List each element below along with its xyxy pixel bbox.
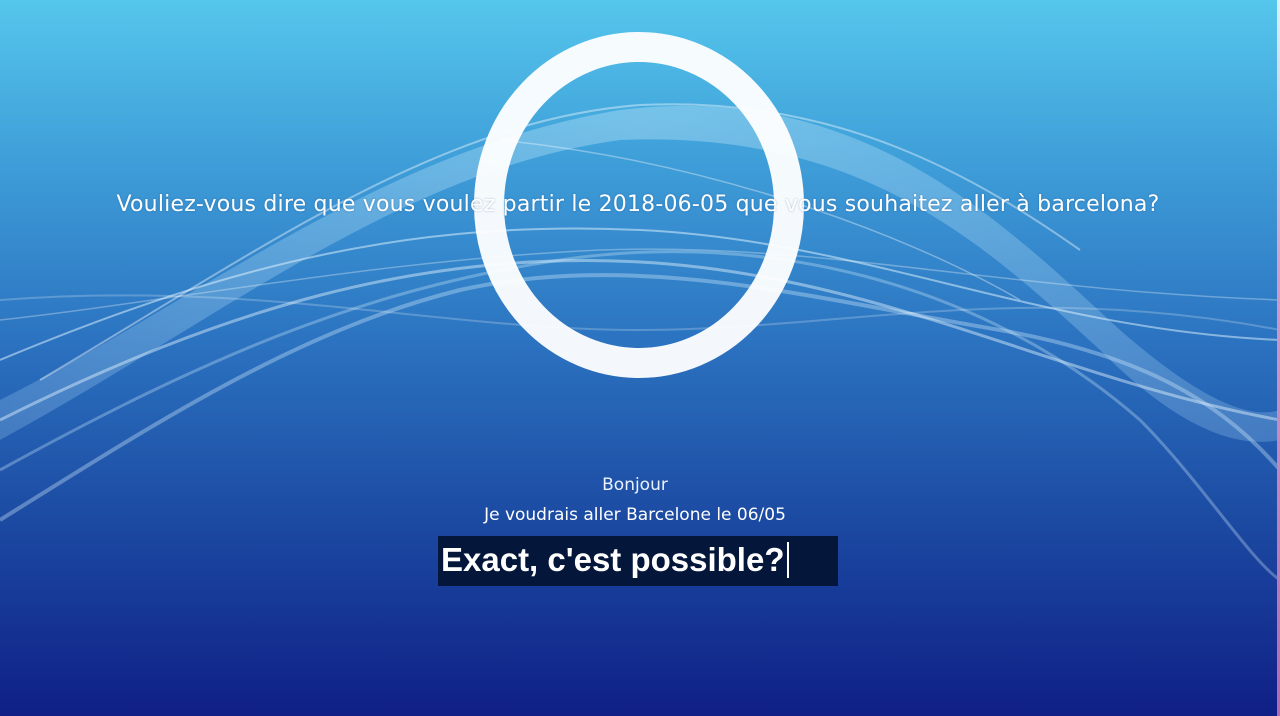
assistant-prompt: Vouliez-vous dire que vous voulez partir… [116,192,1160,217]
input-value: Exact, c'est possible? [441,541,785,578]
text-caret [786,542,789,578]
speech-input-field[interactable]: Exact, c'est possible? [438,536,838,586]
message-request: Je voudrais aller Barcelone le 06/05 [484,505,786,525]
message-greeting: Bonjour [602,475,668,495]
